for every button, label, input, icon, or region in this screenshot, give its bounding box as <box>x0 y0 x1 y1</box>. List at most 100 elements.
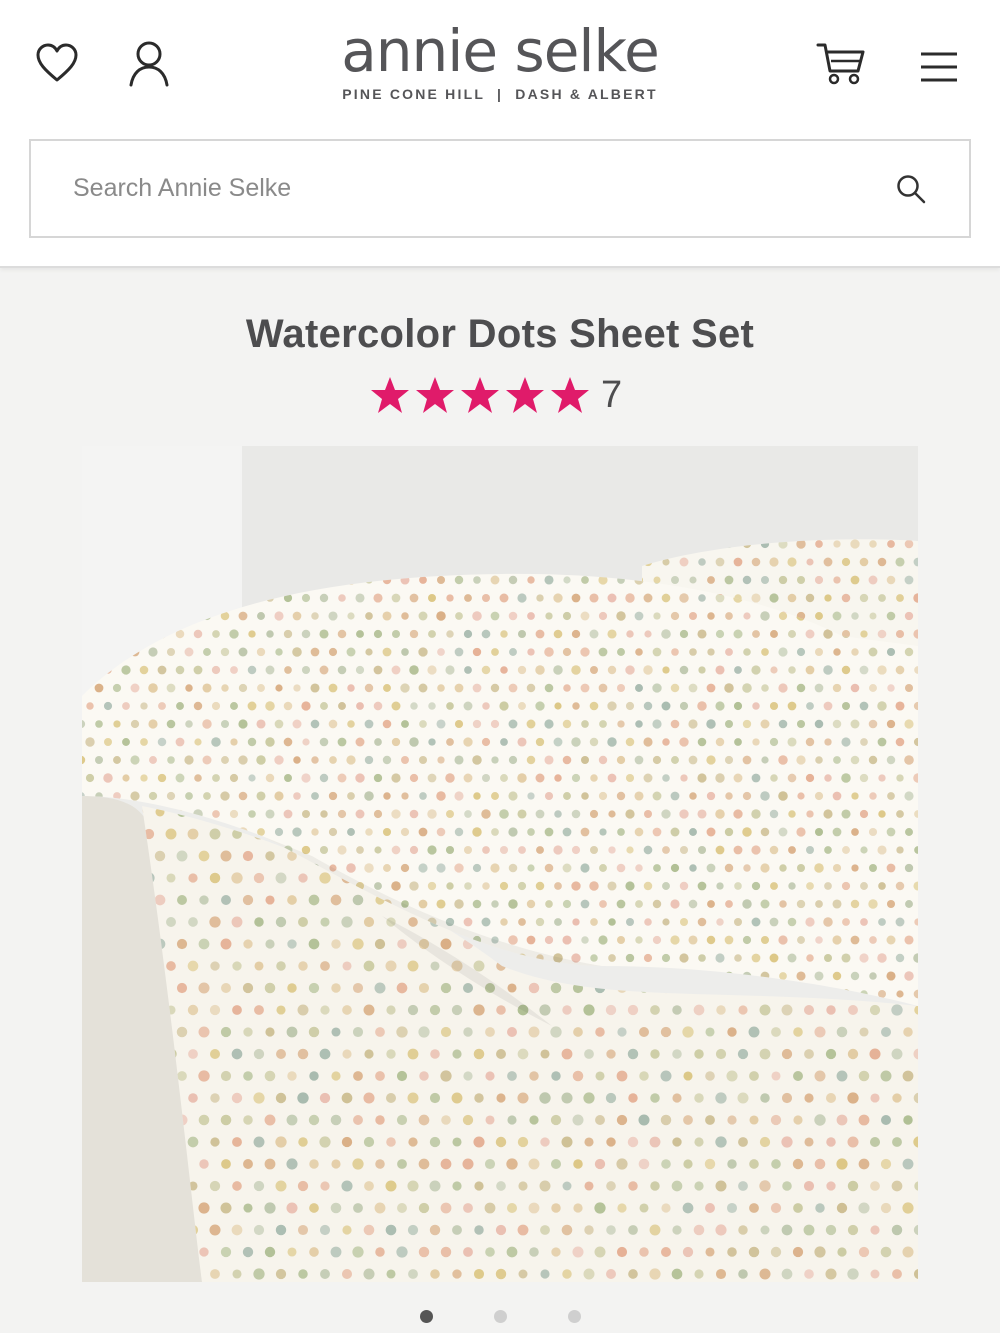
fabric-dot <box>715 665 725 675</box>
search-input[interactable] <box>31 141 891 236</box>
fabric-dot <box>391 881 401 891</box>
fabric-dot <box>868 719 878 729</box>
fabric-dot <box>715 629 725 639</box>
fabric-dot <box>606 1137 616 1147</box>
fabric-dot <box>408 1137 418 1147</box>
fabric-dot <box>342 1049 352 1059</box>
fabric-dot <box>220 938 232 950</box>
cart-button[interactable] <box>812 38 870 90</box>
fabric-dot <box>308 982 320 994</box>
review-count[interactable]: 7 <box>601 374 622 417</box>
fabric-dot <box>230 738 238 746</box>
fabric-dot <box>374 1202 386 1214</box>
fabric-dot <box>672 1005 682 1015</box>
fabric-dot <box>759 1180 771 1192</box>
product-image[interactable] <box>82 446 918 1282</box>
fabric-dot <box>860 918 868 926</box>
fabric-dot <box>742 683 752 693</box>
fabric-dot <box>265 773 275 783</box>
fabric-dot <box>797 792 805 800</box>
fabric-dot <box>738 1269 748 1279</box>
fabric-dot <box>386 1269 396 1279</box>
fabric-dot <box>698 594 706 602</box>
fabric-dot <box>408 917 418 927</box>
fabric-dot <box>392 630 400 638</box>
product-title: Watercolor Dots Sheet Set <box>245 312 755 356</box>
fabric-dot <box>473 1048 485 1060</box>
fabric-dot <box>462 1158 474 1170</box>
fabric-dot <box>580 683 590 693</box>
fabric-dot <box>904 611 914 621</box>
fabric-dot <box>670 683 680 693</box>
fabric-dot <box>463 629 473 639</box>
fabric-dot <box>265 737 275 747</box>
search-button[interactable] <box>891 169 931 209</box>
wishlist-button[interactable] <box>30 38 84 88</box>
fabric-dot <box>482 846 490 854</box>
fabric-dot <box>616 755 626 765</box>
fabric-dot <box>188 1049 198 1059</box>
fabric-dot <box>529 1071 539 1081</box>
fabric-dot <box>832 827 842 837</box>
brand-logo[interactable]: annie selke PINE CONE HILL | DASH & ALBE… <box>300 18 700 102</box>
fabric-dot <box>319 773 329 783</box>
fabric-dot <box>683 1159 693 1169</box>
fabric-dot <box>526 755 536 765</box>
fabric-dot <box>148 683 158 693</box>
product-rating[interactable]: 7 <box>370 372 622 418</box>
fabric-dot <box>540 1049 550 1059</box>
fabric-dot <box>733 701 743 711</box>
fabric-dot <box>639 1247 649 1257</box>
fabric-dot <box>364 755 374 765</box>
fabric-dot <box>805 773 815 783</box>
fabric-dot <box>338 594 346 602</box>
account-button[interactable] <box>122 36 176 90</box>
fabric-dot <box>473 1268 485 1280</box>
menu-button[interactable] <box>914 46 964 88</box>
fabric-dot <box>671 648 679 656</box>
fabric-dot <box>595 1115 605 1125</box>
star-icon <box>551 377 589 413</box>
fabric-dot <box>638 1026 650 1038</box>
fabric-dot <box>851 648 859 656</box>
fabric-dot <box>264 1114 276 1126</box>
fabric-dot <box>760 611 770 621</box>
fabric-dot <box>859 1027 869 1037</box>
fabric-dot <box>847 1092 859 1104</box>
fabric-dot <box>628 1181 638 1191</box>
fabric-dot <box>356 846 364 854</box>
fabric-dot <box>319 1048 331 1060</box>
fabric-dot <box>454 647 464 657</box>
fabric-dot <box>779 864 787 872</box>
fabric-dot <box>506 1158 518 1170</box>
fabric-dot <box>462 1114 474 1126</box>
fabric-dot <box>309 1247 319 1257</box>
fabric-dot <box>221 684 229 692</box>
fabric-dot <box>616 863 626 873</box>
fabric-dot <box>337 773 347 783</box>
fabric-dot <box>679 917 689 927</box>
fabric-dot <box>738 1005 748 1015</box>
fabric-dot <box>454 719 464 729</box>
fabric-dot <box>693 1224 705 1236</box>
fabric-dot <box>769 737 779 747</box>
fabric-dot <box>508 719 518 729</box>
fabric-dot <box>806 846 814 854</box>
fabric-dot <box>383 792 391 800</box>
fabric-dot <box>310 683 320 693</box>
fabric-dot <box>904 539 914 549</box>
fabric-dot <box>373 701 383 711</box>
fabric-dot <box>715 845 725 855</box>
fabric-dot <box>563 576 571 584</box>
fabric-dot <box>716 1005 726 1015</box>
fabric-dot <box>697 773 707 783</box>
fabric-dot <box>626 846 634 854</box>
fabric-dot <box>499 809 509 819</box>
fabric-dot <box>689 576 697 584</box>
fabric-dot <box>484 1158 496 1170</box>
fabric-dot <box>365 828 373 836</box>
fabric-dot <box>733 809 743 819</box>
fabric-dot <box>599 828 607 836</box>
fabric-dot <box>407 960 419 972</box>
fabric-dot <box>472 899 482 909</box>
